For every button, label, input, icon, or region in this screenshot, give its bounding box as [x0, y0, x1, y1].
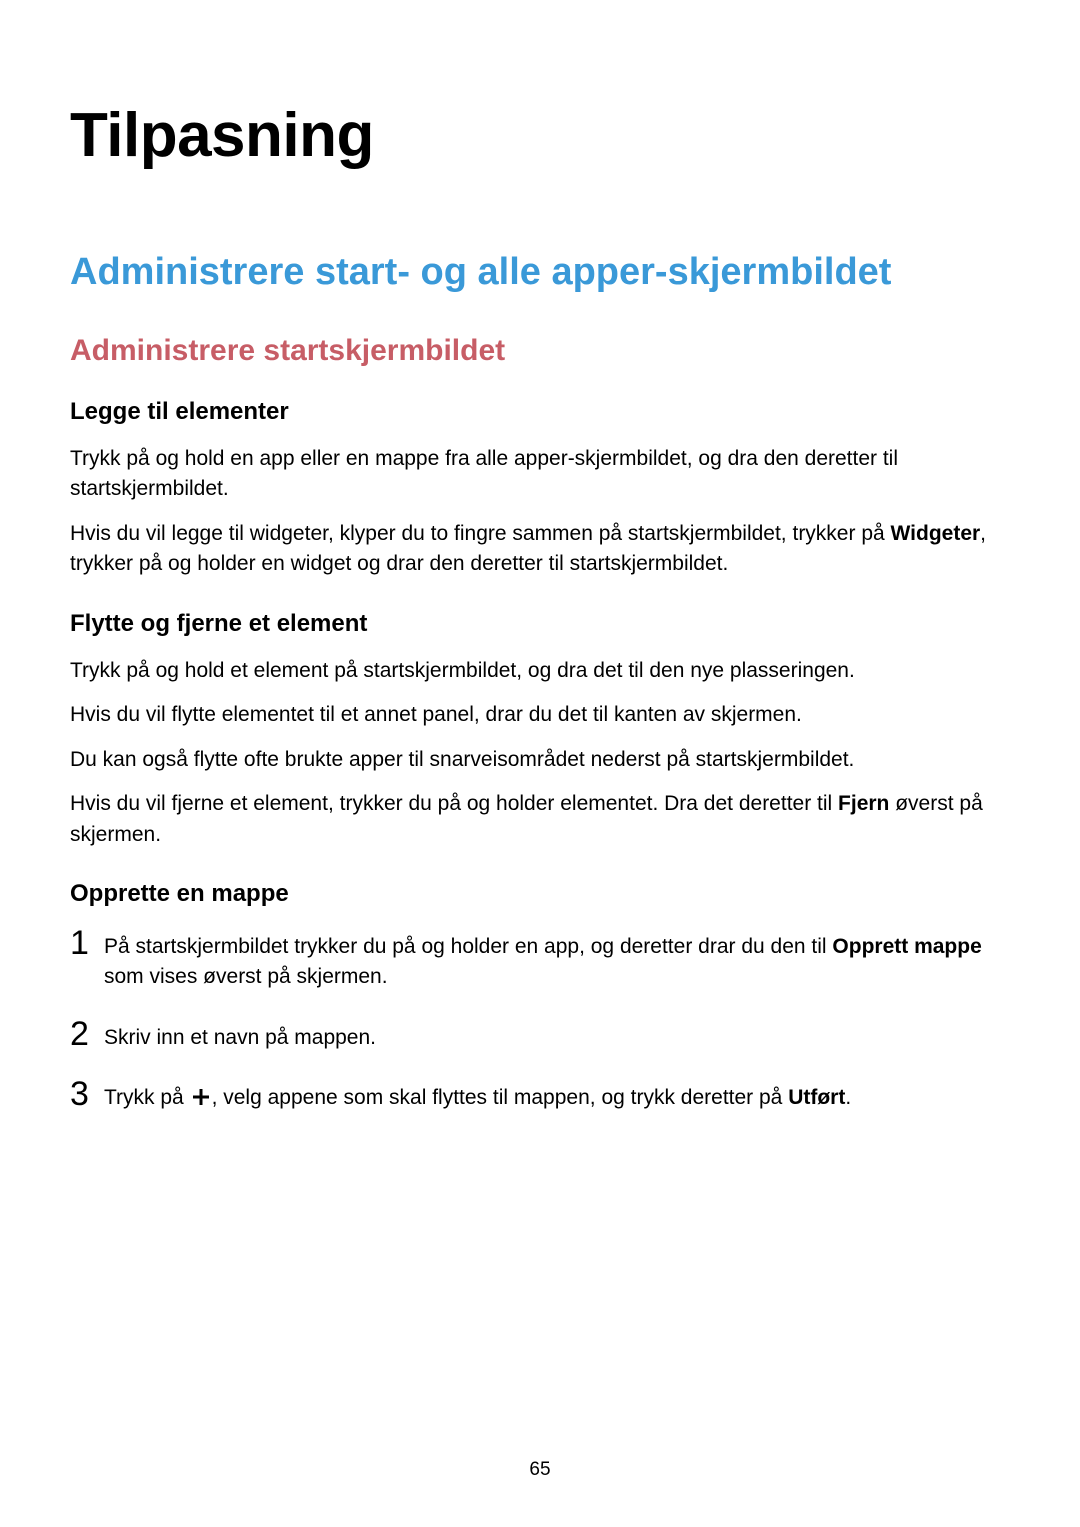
step-number: 3 — [70, 1077, 104, 1111]
heading-legge-til-elementer: Legge til elementer — [70, 398, 1010, 426]
step-item: 2 Skriv inn et navn på mappen. — [70, 1017, 1010, 1053]
steps-list: 1 På startskjermbildet trykker du på og … — [70, 926, 1010, 1117]
subsection-title: Administrere startskjermbildet — [70, 334, 1010, 368]
bold-text: Utført — [788, 1086, 845, 1109]
bold-text: Widgeter — [891, 522, 981, 545]
text-fragment: Hvis du vil fjerne et element, trykker d… — [70, 792, 838, 815]
text-fragment: Hvis du vil legge til widgeter, klyper d… — [70, 522, 891, 545]
document-page: Tilpasning Administrere start- og alle a… — [0, 0, 1080, 1527]
paragraph: Du kan også flytte ofte brukte apper til… — [70, 745, 1010, 775]
heading-flytte-fjerne: Flytte og fjerne et element — [70, 610, 1010, 638]
step-text: Skriv inn et navn på mappen. — [104, 1017, 376, 1053]
step-text: På startskjermbildet trykker du på og ho… — [104, 926, 1010, 993]
text-fragment: som vises øverst på skjermen. — [104, 965, 388, 988]
heading-opprette-mappe: Opprette en mappe — [70, 880, 1010, 908]
text-fragment: Trykk på — [104, 1086, 190, 1109]
plus-icon — [191, 1086, 211, 1116]
paragraph: Trykk på og hold en app eller en mappe f… — [70, 444, 1010, 505]
paragraph: Hvis du vil legge til widgeter, klyper d… — [70, 519, 1010, 580]
step-item: 1 På startskjermbildet trykker du på og … — [70, 926, 1010, 993]
step-item: 3 Trykk på , velg appene som skal flytte… — [70, 1077, 1010, 1116]
bold-text: Opprett mappe — [832, 935, 981, 958]
paragraph: Hvis du vil flytte elementet til et anne… — [70, 700, 1010, 730]
text-fragment: , velg appene som skal flyttes til mappe… — [212, 1086, 789, 1109]
step-number: 2 — [70, 1017, 104, 1051]
page-title: Tilpasning — [70, 100, 1010, 171]
text-fragment: . — [845, 1086, 851, 1109]
step-number: 1 — [70, 926, 104, 960]
page-number: 65 — [0, 1459, 1080, 1481]
bold-text: Fjern — [838, 792, 889, 815]
step-text: Trykk på , velg appene som skal flyttes … — [104, 1077, 851, 1116]
paragraph: Hvis du vil fjerne et element, trykker d… — [70, 789, 1010, 850]
text-fragment: På startskjermbildet trykker du på og ho… — [104, 935, 832, 958]
paragraph: Trykk på og hold et element på startskje… — [70, 656, 1010, 686]
section-title: Administrere start- og alle apper-skjerm… — [70, 251, 1010, 294]
